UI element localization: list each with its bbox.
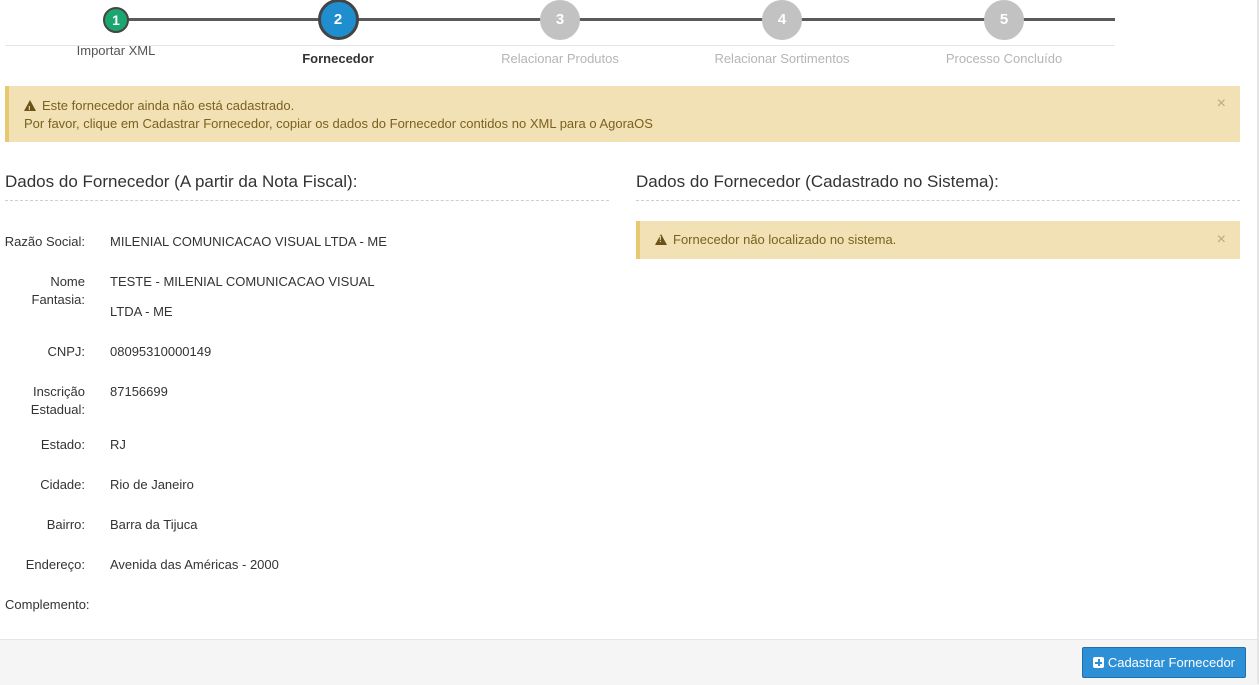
field-label: Bairro: <box>46 517 85 532</box>
wizard-stepper: 1 Importar XML 2 Fornecedor 3 Relacionar… <box>5 0 1115 70</box>
field-value: Rio de Janeiro <box>110 477 194 492</box>
wizard-step-2[interactable]: 2 Fornecedor <box>227 0 449 66</box>
register-supplier-button[interactable]: Cadastrar Fornecedor <box>1081 647 1246 678</box>
supplier-not-registered-alert: Este fornecedor ainda não está cadastrad… <box>5 86 1240 142</box>
field-label: Complemento: <box>5 597 90 612</box>
field-value: Barra da Tijuca <box>110 517 198 532</box>
field-label: Inscrição Estadual: <box>30 384 85 417</box>
field-value: 08095310000149 <box>110 344 212 359</box>
close-icon[interactable]: × <box>1217 95 1226 113</box>
field-value: 87156699 <box>110 384 168 399</box>
footer-bar: Cadastrar Fornecedor <box>0 639 1259 685</box>
alert-text: Fornecedor não localizado no sistema. <box>673 232 897 247</box>
field-label: Razão Social: <box>4 234 85 249</box>
alert-line-1: Este fornecedor ainda não está cadastrad… <box>42 98 295 113</box>
wizard-step-5: 5 Processo Concluído <box>893 0 1115 66</box>
wizard-step-4: 4 Relacionar Sortimentos <box>671 0 893 66</box>
step-circle-1: 1 <box>103 7 129 33</box>
right-section-title: Dados do Fornecedor (Cadastrado no Siste… <box>636 172 999 191</box>
alert-line-2: Por favor, clique em Cadastrar Fornecedo… <box>24 116 653 131</box>
plus-square-icon <box>1092 657 1104 668</box>
field-value: Avenida das Américas - 2000 <box>110 557 279 572</box>
close-icon[interactable]: × <box>1217 231 1226 249</box>
field-value: MILENIAL COMUNICACAO VISUAL LTDA - ME <box>110 234 387 249</box>
left-section-title: Dados do Fornecedor (A partir da Nota Fi… <box>5 172 358 191</box>
step-label-1: Importar XML <box>76 43 156 58</box>
field-value: RJ <box>110 437 126 452</box>
wizard-step-3: 3 Relacionar Produtos <box>449 0 671 66</box>
right-section-divider <box>636 200 1240 201</box>
step-circle-3: 3 <box>540 0 580 40</box>
warning-icon <box>24 100 36 119</box>
field-value: TESTE - MILENIAL COMUNICACAO VISUAL LTDA… <box>110 274 375 319</box>
step-label-5: Processo Concluído <box>945 51 1063 66</box>
step-circle-2: 2 <box>317 0 359 40</box>
register-supplier-label: Cadastrar Fornecedor <box>1107 655 1235 670</box>
field-label: Nome Fantasia: <box>31 274 85 307</box>
field-label: Estado: <box>40 437 85 452</box>
supplier-not-found-alert: Fornecedor não localizado no sistema. × <box>636 221 1240 259</box>
step-label-4: Relacionar Sortimentos <box>714 51 850 66</box>
step-label-3: Relacionar Produtos <box>501 51 619 66</box>
field-label: CNPJ: <box>47 344 85 359</box>
step-circle-4: 4 <box>762 0 802 40</box>
warning-icon <box>655 234 667 245</box>
field-label: Endereço: <box>25 557 85 572</box>
step-label-2: Fornecedor <box>302 51 374 66</box>
left-section-divider <box>5 200 609 201</box>
wizard-step-1[interactable]: 1 Importar XML <box>5 0 227 58</box>
field-label: Cidade: <box>40 477 85 492</box>
step-circle-5: 5 <box>984 0 1024 40</box>
